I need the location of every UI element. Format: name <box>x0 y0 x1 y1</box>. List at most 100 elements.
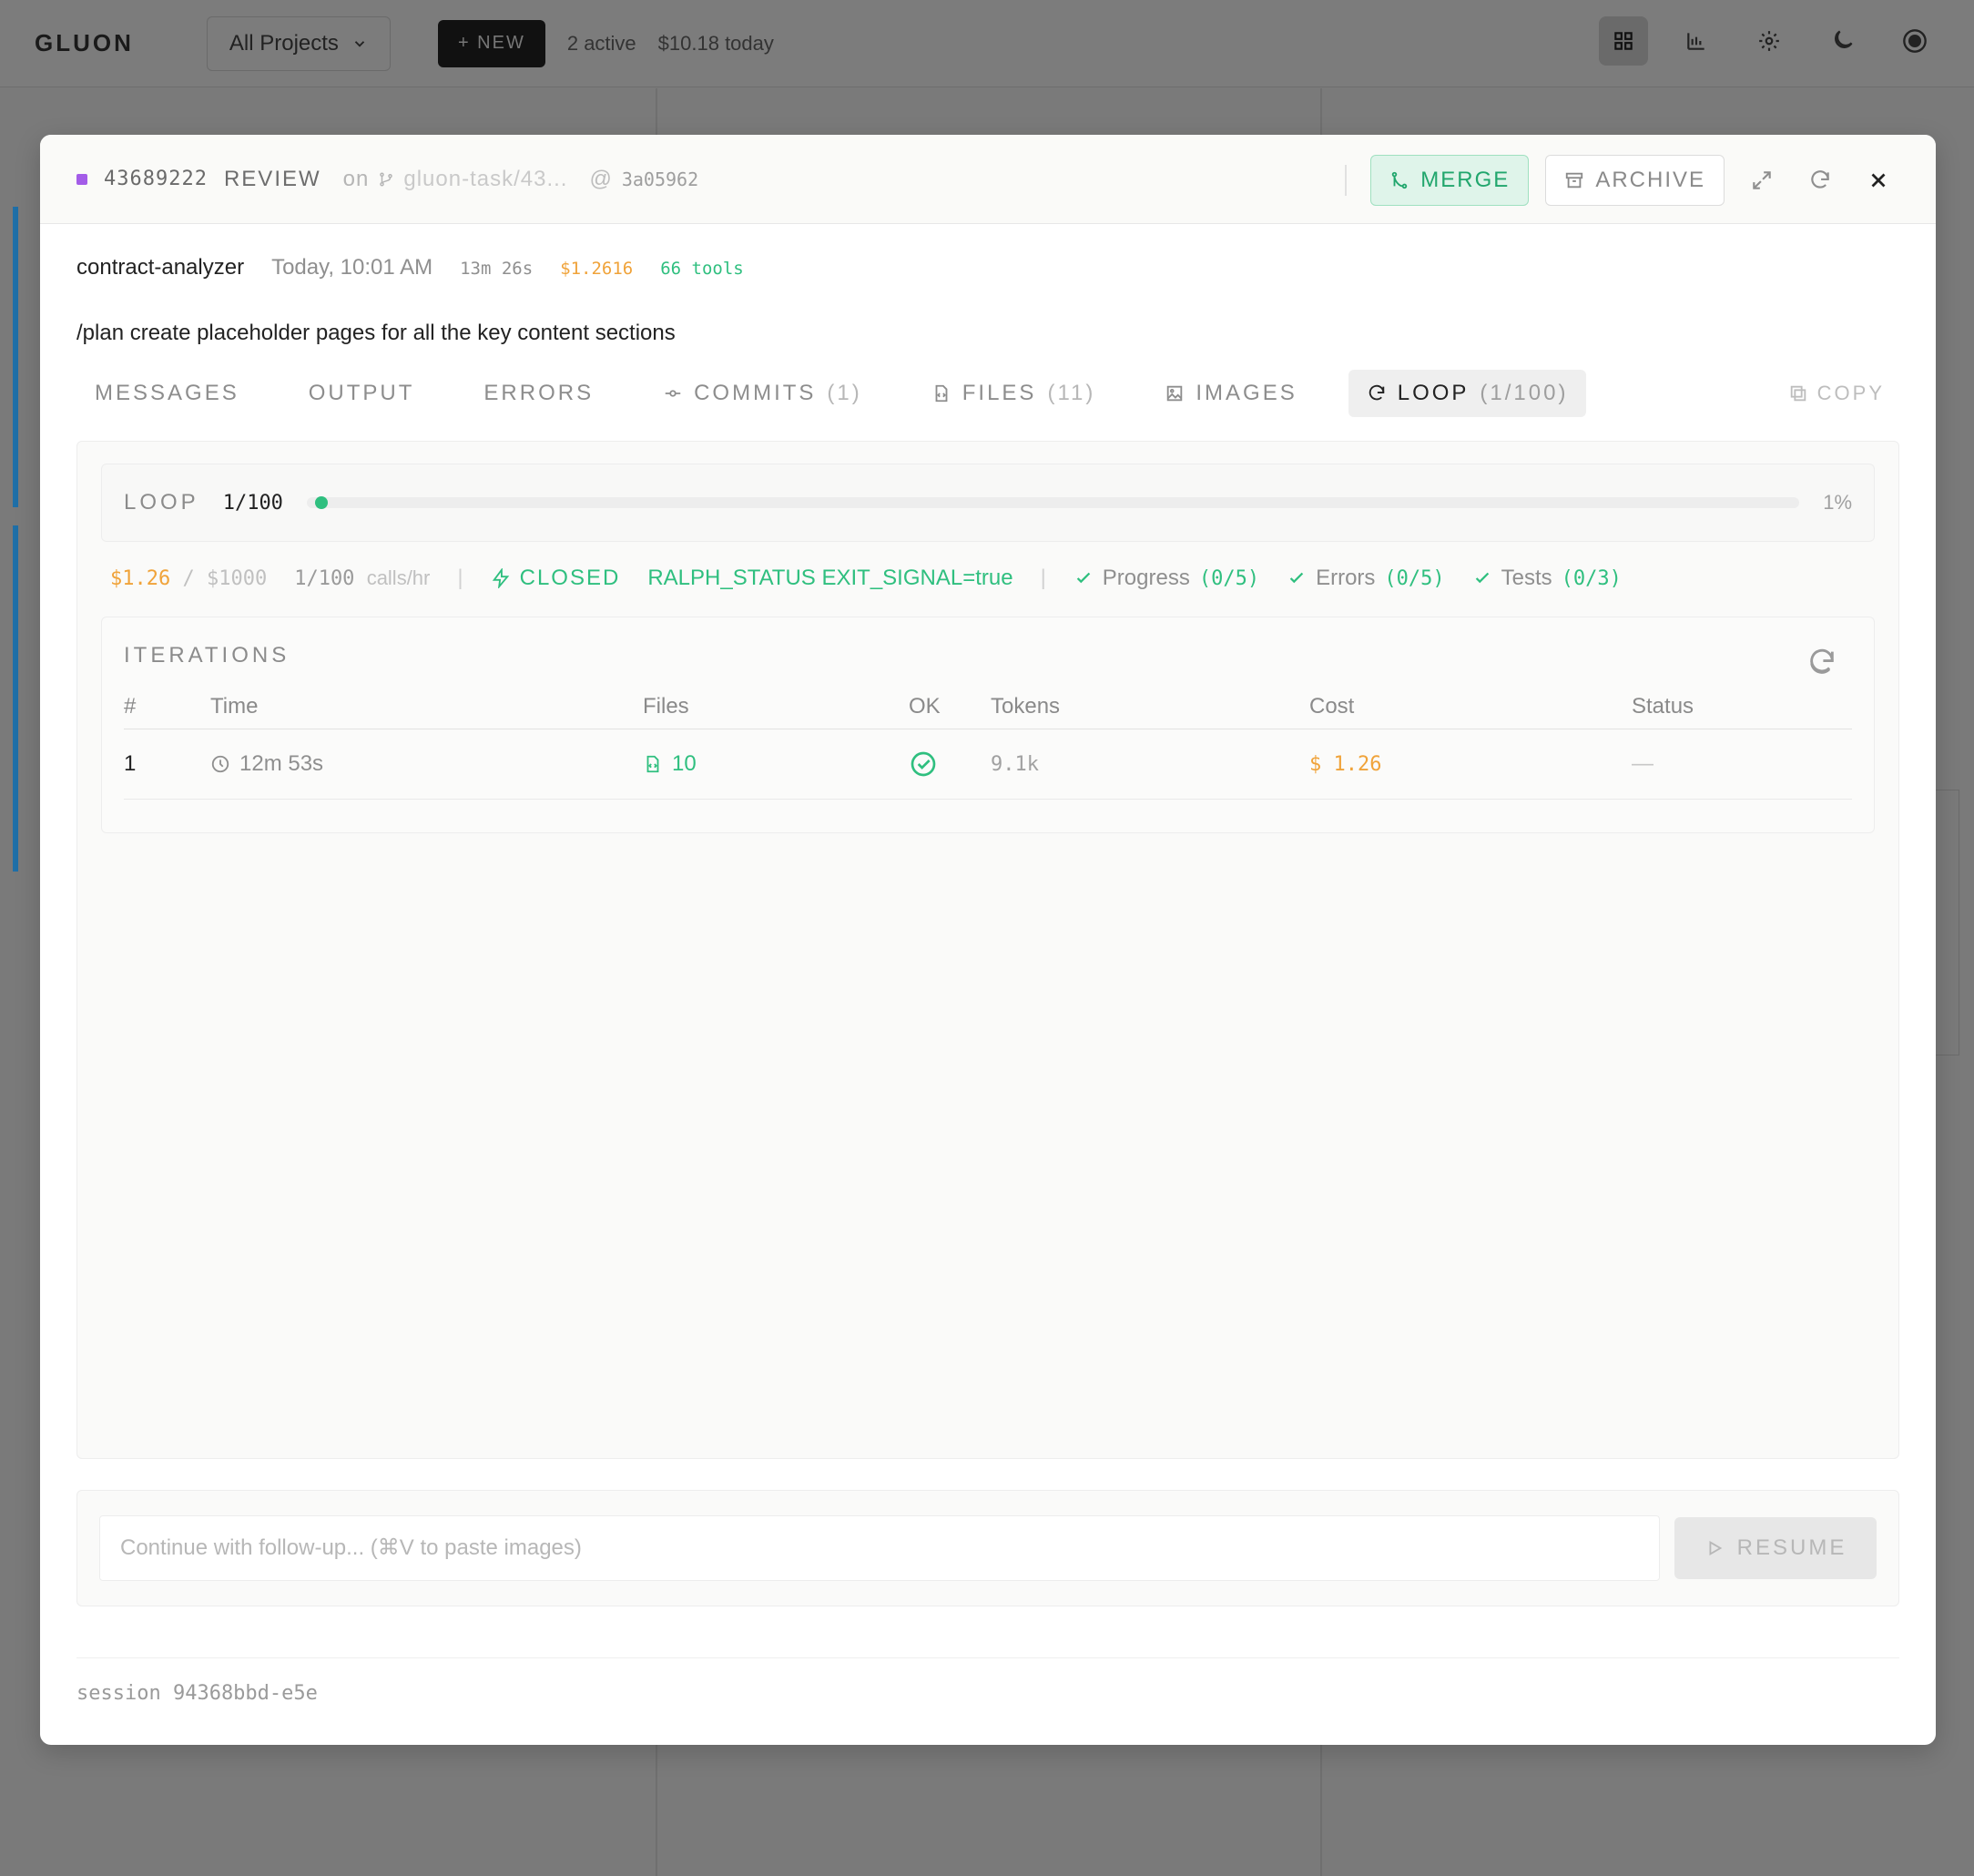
tab-errors[interactable]: ERRORS <box>465 370 612 417</box>
commit-hash[interactable]: 3a05962 <box>622 168 698 190</box>
followup-section: RESUME <box>76 1490 1899 1606</box>
iteration-status: — <box>1632 729 1852 800</box>
check-label: Errors <box>1316 566 1376 590</box>
iteration-files-count: 10 <box>672 751 697 776</box>
check-icon <box>1076 572 1091 584</box>
circuit-status: CLOSED <box>491 566 621 591</box>
background-card <box>13 525 18 872</box>
divider <box>1345 165 1348 196</box>
task-id: 43689222 <box>104 168 208 190</box>
tab-messages[interactable]: MESSAGES <box>76 370 258 417</box>
archive-icon <box>1566 172 1583 189</box>
column-header: # <box>124 694 210 729</box>
tab-commits[interactable]: COMMITS (1) <box>645 370 880 417</box>
header-actions: MERGE ARCHIVE <box>1345 155 1899 206</box>
archive-button[interactable]: ARCHIVE <box>1545 155 1725 206</box>
tab-files[interactable]: FILES (11) <box>913 370 1114 417</box>
divider: | <box>457 566 463 590</box>
errors-check: Errors (0/5) <box>1287 566 1445 591</box>
task-cost: $1.2616 <box>560 259 634 279</box>
ralph-status: RALPH_STATUS EXIT_SIGNAL=true <box>647 566 1013 590</box>
task-status: REVIEW <box>223 166 321 191</box>
check-label: Tests <box>1501 566 1552 590</box>
merge-button[interactable]: MERGE <box>1370 155 1530 206</box>
iteration-time-value: 12m 53s <box>239 751 324 776</box>
project-select-label: All Projects <box>229 30 339 56</box>
bar-chart-icon <box>1687 33 1704 50</box>
commit-icon <box>665 390 681 397</box>
spend-today: $10.18 today <box>657 31 774 55</box>
task-duration: 13m 26s <box>460 259 534 279</box>
task-prompt: /plan create placeholder pages for all t… <box>76 321 676 345</box>
settings-button[interactable] <box>1745 16 1794 66</box>
top-right-controls <box>1599 16 1939 66</box>
tab-loop[interactable]: LOOP (1/100) <box>1348 370 1587 417</box>
progress-indicator <box>315 496 329 509</box>
session-id: session 94368bbd-e5e <box>76 1682 318 1705</box>
file-code-icon <box>935 384 948 403</box>
tab-label: MESSAGES <box>95 381 239 405</box>
tab-bar: MESSAGES OUTPUT ERRORS COMMITS (1) FILES… <box>76 370 1899 417</box>
moon-icon <box>1835 30 1853 48</box>
new-task-button[interactable]: + NEW <box>437 19 545 67</box>
theme-toggle[interactable] <box>1817 16 1867 66</box>
project-select[interactable]: All Projects <box>206 15 391 71</box>
dollar-icon: $ <box>1309 752 1322 776</box>
iteration-cost-value: 1.26 <box>1333 752 1382 776</box>
background-card <box>13 207 18 507</box>
tab-label: IMAGES <box>1196 381 1297 405</box>
refresh-button[interactable] <box>1799 159 1841 201</box>
expand-button[interactable] <box>1741 159 1783 201</box>
branch-name[interactable]: gluon-task/43... <box>403 167 567 192</box>
refresh-icon <box>1811 170 1829 189</box>
tab-images[interactable]: IMAGES <box>1146 370 1315 417</box>
progress-percent: 1% <box>1823 491 1852 514</box>
record-icon <box>1903 29 1927 53</box>
app-topbar: GLUON All Projects + NEW 2 active $10.18… <box>0 0 1974 87</box>
copy-button[interactable]: COPY <box>1788 370 1885 417</box>
column-header: Files <box>643 694 909 729</box>
grid-view-button[interactable] <box>1599 16 1648 66</box>
spend-limit: / $1000 <box>182 566 268 590</box>
followup-input[interactable] <box>99 1515 1660 1581</box>
iteration-number: 1 <box>124 729 210 800</box>
iterations-table: # Time Files OK Tokens Cost Status 1 12m… <box>124 694 1852 800</box>
iteration-time-cell: 12m 53s <box>210 729 643 800</box>
tool-count: 66 tools <box>660 259 744 279</box>
gear-icon <box>1759 31 1779 51</box>
resume-button[interactable]: RESUME <box>1674 1517 1877 1579</box>
check-label: Progress <box>1102 566 1190 590</box>
image-icon <box>1167 385 1183 402</box>
progress-track <box>306 496 1800 509</box>
close-icon <box>1871 173 1886 188</box>
calls-stat: 1/100 calls/hr <box>294 566 430 590</box>
iteration-files[interactable]: 10 <box>643 751 909 777</box>
iterations-refresh-button[interactable] <box>1806 647 1843 683</box>
check-icon <box>1475 572 1489 584</box>
stats-view-button[interactable] <box>1672 16 1721 66</box>
tests-check: Tests (0/3) <box>1472 566 1622 591</box>
status-indicator[interactable] <box>1890 16 1939 66</box>
close-button[interactable] <box>1857 159 1899 201</box>
column-header: OK <box>909 694 991 729</box>
iterations-title: ITERATIONS <box>124 643 290 668</box>
lightning-icon <box>492 568 509 588</box>
check-icon <box>1289 572 1304 584</box>
branch-icon <box>380 172 393 186</box>
active-count: 2 active <box>566 31 636 55</box>
copy-icon <box>1790 385 1806 402</box>
archive-button-label: ARCHIVE <box>1595 168 1705 192</box>
play-icon <box>1709 1540 1722 1556</box>
loop-progress-bar: LOOP 1/100 1% <box>101 464 1875 542</box>
check-circle-icon <box>911 751 936 777</box>
copy-button-label: COPY <box>1816 382 1885 404</box>
table-row[interactable]: 1 12m 53s 10 9.1k $ 1.26 — <box>124 729 1852 800</box>
tab-output[interactable]: OUTPUT <box>290 370 433 417</box>
file-code-icon <box>646 755 659 773</box>
clock-icon <box>211 755 229 773</box>
tab-count: (1) <box>827 381 862 405</box>
session-footer: session 94368bbd-e5e <box>76 1657 1899 1705</box>
tab-label: OUTPUT <box>308 381 415 405</box>
table-header-row: # Time Files OK Tokens Cost Status <box>124 694 1852 729</box>
loop-label: LOOP <box>124 490 199 515</box>
